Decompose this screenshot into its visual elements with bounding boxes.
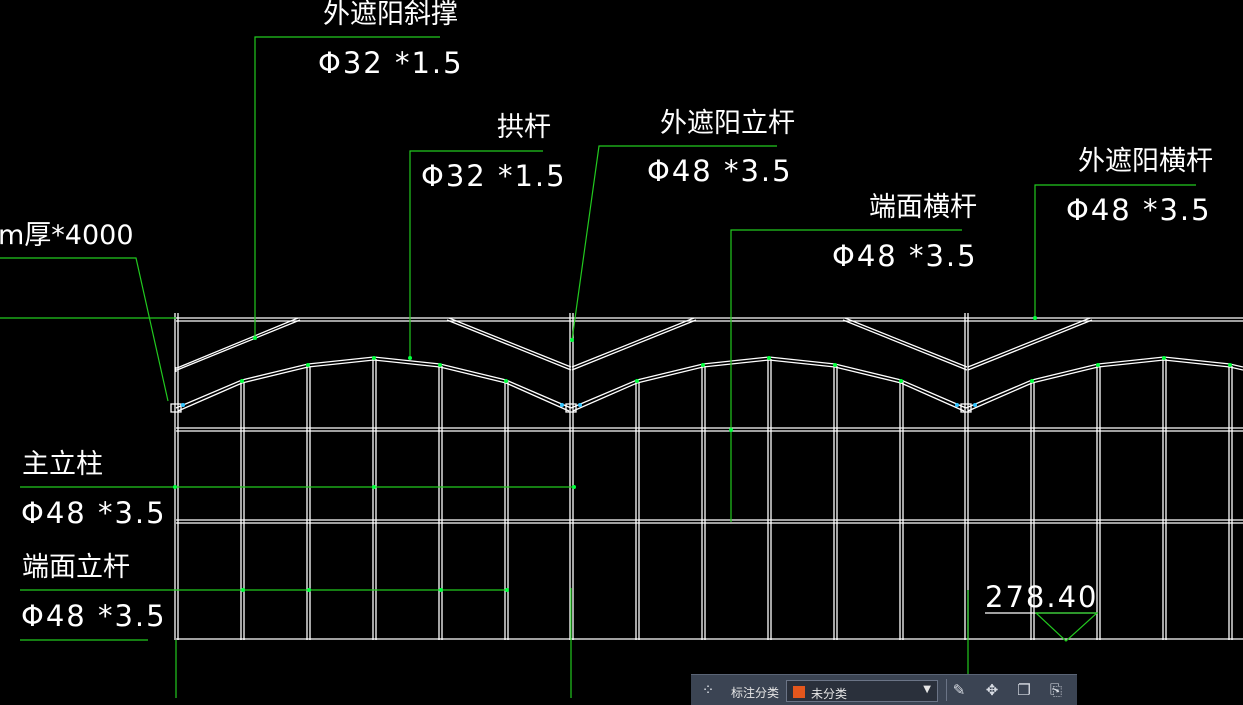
label-end-beam-name: 端面横杆	[869, 192, 977, 223]
label-end-post-name: 端面立杆	[22, 552, 130, 583]
gutter-joints	[181, 403, 977, 407]
elevation-marker: 278.40	[985, 580, 1099, 642]
label-sunshade-beam-spec: Φ48 *3.5	[1066, 193, 1212, 227]
leader-end-beam	[730, 229, 962, 522]
annotation-toolbar: ⁘ 标注分类 未分类 ▼ ✎ ✥ ❐ ⎘	[691, 674, 1077, 705]
cad-drawing-canvas[interactable]: 外遮阳斜撑 Φ32 *1.5 拱杆 Φ32 *1.5 外遮阳立杆 Φ48 *3.…	[0, 0, 1243, 698]
label-end-beam-spec: Φ48 *3.5	[832, 239, 978, 273]
chevron-down-icon: ▼	[923, 684, 931, 695]
elevation-value: 278.40	[985, 580, 1098, 614]
label-main-column-spec: Φ48 *3.5	[21, 496, 167, 530]
gutters	[170, 367, 972, 413]
label-arch-bar-name: 拱杆	[497, 112, 551, 143]
category-select-value: 未分类	[811, 687, 848, 701]
category-select[interactable]: 未分类 ▼	[786, 680, 938, 702]
label-arch-bar-spec: Φ32 *1.5	[421, 159, 567, 193]
label-end-post-spec: Φ48 *3.5	[21, 599, 167, 633]
label-diag-brace-spec: Φ32 *1.5	[318, 46, 464, 80]
label-sunshade-post-name: 外遮阳立杆	[660, 108, 795, 139]
elevation-triangle	[1034, 612, 1099, 642]
label-plate-partial: m厚*4000	[0, 220, 134, 251]
group-icon[interactable]: ⁘	[699, 681, 717, 699]
label-main-column-name: 主立柱	[22, 449, 103, 480]
leader-diag-brace	[254, 36, 440, 338]
label-diag-brace-name: 外遮阳斜撑	[323, 0, 458, 30]
label-sunshade-post-spec: Φ48 *3.5	[647, 154, 793, 188]
leader-dots	[173, 316, 1037, 592]
label-sunshade-beam-name: 外遮阳横杆	[1078, 146, 1213, 177]
arch-bars	[175, 356, 1243, 412]
move-icon[interactable]: ✥	[983, 681, 1001, 699]
copy-icon[interactable]: ❐	[1015, 681, 1033, 699]
category-color-swatch	[793, 686, 805, 698]
category-label: 标注分类	[731, 686, 780, 700]
paste-icon[interactable]: ⎘	[1047, 681, 1065, 699]
sunshade-diagonal-braces	[176, 317, 1093, 371]
leader-plate	[0, 257, 169, 402]
edit-icon[interactable]: ✎	[950, 681, 968, 699]
